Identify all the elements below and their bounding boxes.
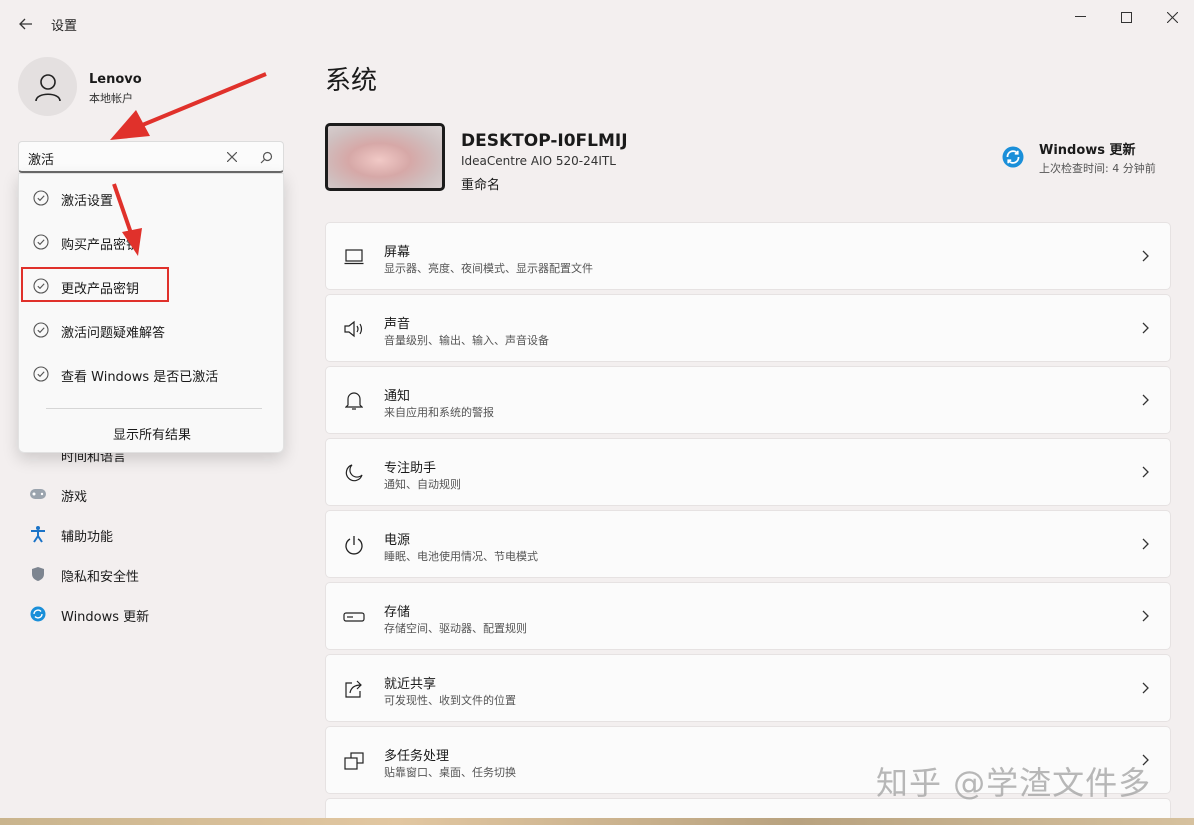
windows-update-icon <box>28 604 48 624</box>
card-title: 屏幕 <box>384 245 411 260</box>
check-circle-icon <box>33 322 49 338</box>
card-subtitle: 睡眠、电池使用情况、节电模式 <box>384 550 538 563</box>
card-subtitle: 存储空间、驱动器、配置规则 <box>384 622 527 635</box>
sidebar-item-windows-update[interactable]: Windows 更新 <box>28 600 268 628</box>
sidebar-item-label: Windows 更新 <box>61 610 150 625</box>
chevron-right-icon <box>1142 682 1149 694</box>
settings-card-power[interactable]: 电源 睡眠、电池使用情况、节电模式 <box>325 510 1171 578</box>
title-bar: 设置 <box>0 0 1194 46</box>
back-arrow-icon <box>19 18 32 30</box>
suggestion-item[interactable]: 激活设置 <box>19 177 283 217</box>
sidebar-item-label: 辅助功能 <box>61 530 114 545</box>
minimize-icon <box>1074 16 1086 17</box>
card-title: 专注助手 <box>384 461 437 476</box>
windows-update-title[interactable]: Windows 更新 <box>1039 139 1136 158</box>
chevron-right-icon <box>1142 466 1149 478</box>
check-circle-icon <box>33 190 49 206</box>
app-title: 设置 <box>51 19 78 34</box>
suggestion-item[interactable]: 购买产品密钥 <box>19 221 283 261</box>
suggestion-item[interactable]: 查看 Windows 是否已激活 <box>19 353 283 393</box>
settings-card-notifications[interactable]: 通知 来自应用和系统的警报 <box>325 366 1171 434</box>
divider <box>46 408 262 409</box>
back-button[interactable] <box>14 12 38 36</box>
settings-card-focus-assist[interactable]: 专注助手 通知、自动规则 <box>325 438 1171 506</box>
windows-update-icon <box>1002 146 1024 168</box>
settings-card-nearby-sharing[interactable]: 就近共享 可发现性、收到文件的位置 <box>325 654 1171 722</box>
show-all-results-link[interactable]: 显示所有结果 <box>19 424 285 443</box>
settings-card-display[interactable]: 屏幕 显示器、亮度、夜间模式、显示器配置文件 <box>325 222 1171 290</box>
clear-icon <box>227 152 237 162</box>
suggestion-label: 查看 Windows 是否已激活 <box>61 370 219 385</box>
rename-link[interactable]: 重命名 <box>461 174 500 193</box>
chevron-right-icon <box>1142 250 1149 262</box>
search-icon <box>260 151 272 163</box>
user-icon <box>34 73 61 101</box>
card-subtitle: 音量级别、输出、输入、声音设备 <box>384 334 549 347</box>
clear-search-button[interactable] <box>223 148 241 166</box>
card-subtitle: 显示器、亮度、夜间模式、显示器配置文件 <box>384 262 593 275</box>
highlight-box <box>21 267 169 302</box>
chevron-right-icon <box>1142 394 1149 406</box>
minimize-button[interactable] <box>1063 4 1097 30</box>
card-subtitle: 可发现性、收到文件的位置 <box>384 694 516 707</box>
watermark-text: 知乎 @学渣文件多 <box>876 764 1152 802</box>
device-name: DESKTOP-I0FLMIJ <box>461 131 628 151</box>
taskbar-edge <box>0 818 1194 825</box>
search-suggestions-dropdown: 激活设置 购买产品密钥 更改产品密钥 激活问题疑难解答 查看 Windows 是… <box>18 173 284 453</box>
maximize-icon <box>1120 11 1132 23</box>
suggestion-label: 激活设置 <box>61 194 114 209</box>
suggestion-item[interactable]: 激活问题疑难解答 <box>19 309 283 349</box>
settings-card-storage[interactable]: 存储 存储空间、驱动器、配置规则 <box>325 582 1171 650</box>
card-title: 通知 <box>384 389 411 404</box>
settings-card-sound[interactable]: 声音 音量级别、输出、输入、声音设备 <box>325 294 1171 362</box>
chevron-right-icon <box>1142 538 1149 550</box>
sidebar-item-label: 游戏 <box>61 490 88 505</box>
chevron-right-icon <box>1142 322 1149 334</box>
device-model: IdeaCentre AIO 520-24ITL <box>461 154 616 168</box>
suggestion-label: 激活问题疑难解答 <box>61 326 166 341</box>
card-subtitle: 来自应用和系统的警报 <box>384 406 494 419</box>
annotation-arrow <box>110 72 267 140</box>
check-circle-icon <box>33 366 49 382</box>
speaker-icon <box>343 318 365 340</box>
check-circle-icon <box>33 234 49 250</box>
card-title: 多任务处理 <box>384 749 450 764</box>
accessibility-icon <box>28 524 48 544</box>
power-icon <box>343 534 365 556</box>
sidebar-item-privacy[interactable]: 隐私和安全性 <box>28 560 268 588</box>
moon-icon <box>343 462 365 484</box>
card-title: 电源 <box>384 533 411 548</box>
share-icon <box>343 678 365 700</box>
sidebar-item-accessibility[interactable]: 辅助功能 <box>28 520 268 548</box>
page-title: 系统 <box>325 66 378 96</box>
close-button[interactable] <box>1155 4 1189 30</box>
search-input[interactable]: 激活 <box>28 149 54 168</box>
avatar <box>18 57 77 116</box>
close-icon <box>1166 11 1178 23</box>
chevron-right-icon <box>1142 610 1149 622</box>
multitask-icon <box>343 750 365 772</box>
card-title: 存储 <box>384 605 411 620</box>
windows-update-last-check: 上次检查时间: 4 分钟前 <box>1039 162 1156 175</box>
monitor-icon <box>343 246 365 268</box>
maximize-button[interactable] <box>1109 4 1143 30</box>
sidebar-item-gaming[interactable]: 游戏 <box>28 480 268 508</box>
card-title: 声音 <box>384 317 411 332</box>
sidebar-item-label: 隐私和安全性 <box>61 570 140 585</box>
annotation-arrow <box>112 183 142 256</box>
device-wallpaper-thumbnail <box>325 123 445 191</box>
search-button[interactable] <box>257 148 275 166</box>
card-subtitle: 贴靠窗口、桌面、任务切换 <box>384 766 516 779</box>
shield-icon <box>28 564 48 584</box>
card-title: 就近共享 <box>384 677 437 692</box>
bell-icon <box>343 390 365 412</box>
card-subtitle: 通知、自动规则 <box>384 478 461 491</box>
storage-icon <box>343 606 365 628</box>
gamepad-icon <box>28 484 48 504</box>
